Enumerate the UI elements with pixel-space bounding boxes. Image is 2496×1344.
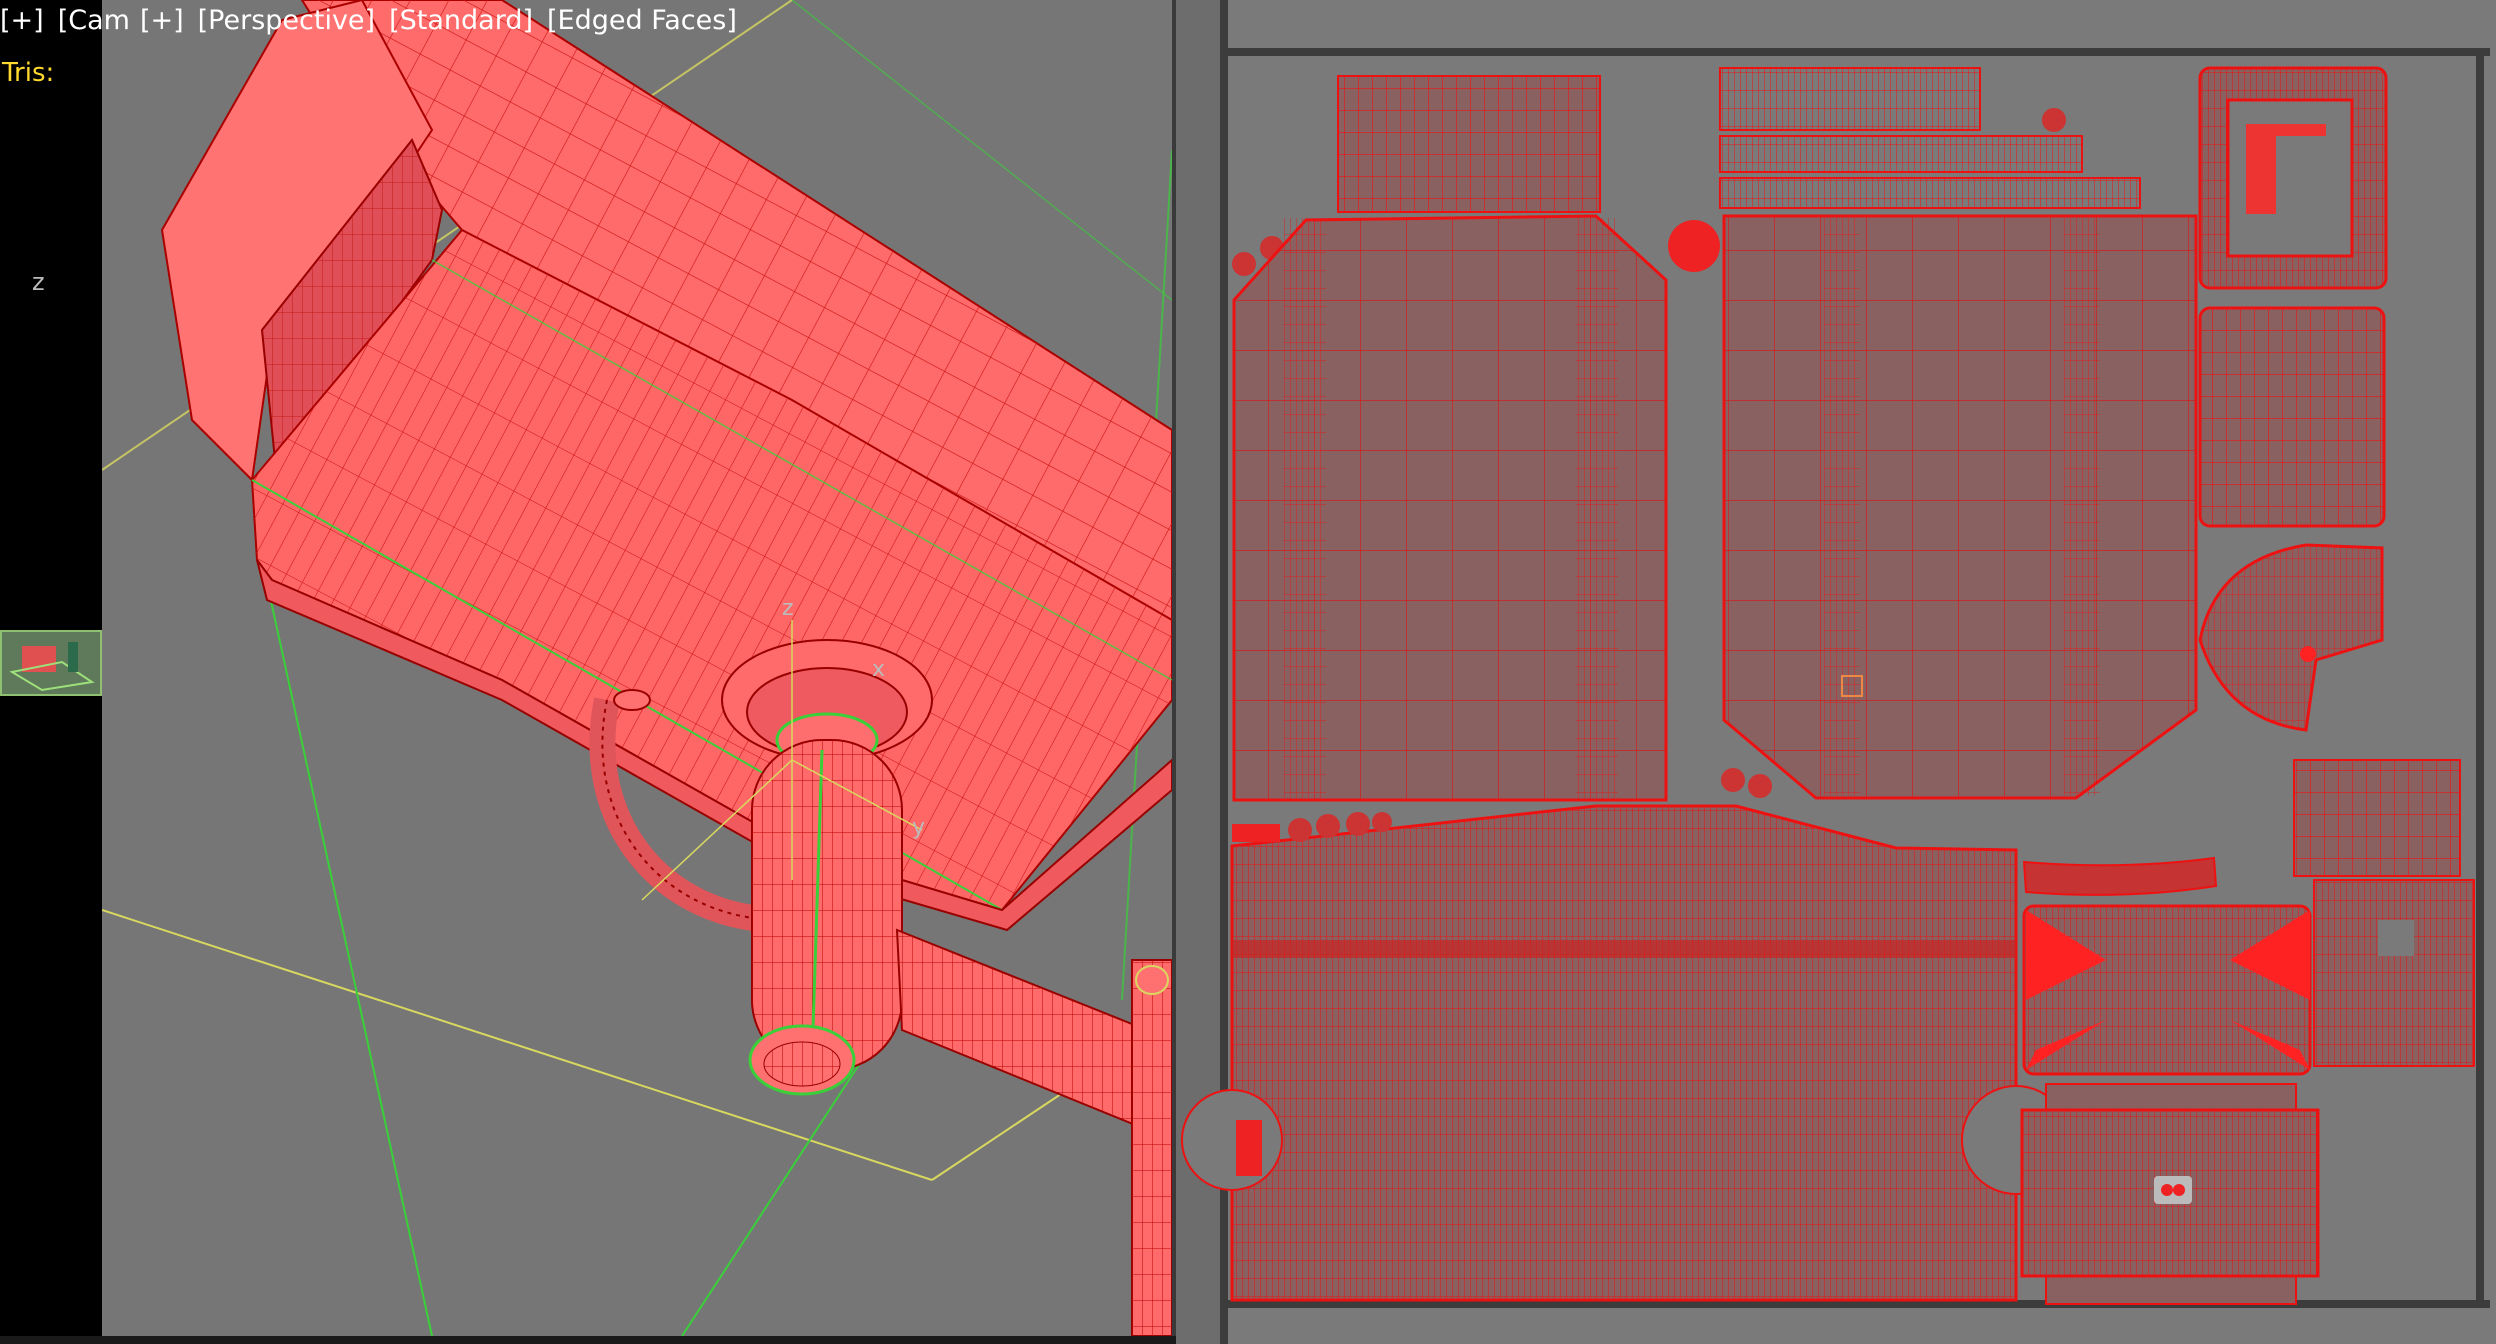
viewport-display-mode-label[interactable]: [Edged Faces]: [547, 5, 737, 36]
viewport-bottom-border: [0, 1336, 1176, 1344]
viewport-camera-label[interactable]: [Cam: [58, 5, 130, 36]
tris-stat-label: Tris:: [2, 58, 55, 88]
viewport-menu-plus-2[interactable]: [+]: [140, 5, 184, 36]
viewport-menu-plus[interactable]: [+]: [0, 5, 44, 36]
viewport-side-panel: Tris: z: [0, 0, 102, 1344]
gizmo-z-label: z: [782, 596, 794, 621]
gizmo-x-label: x: [872, 657, 885, 682]
uv-layout: [1176, 0, 2490, 1344]
axis-z-label: z: [32, 268, 45, 296]
perspective-viewport[interactable]: z x y: [102, 0, 1176, 1336]
viewport-shading-label[interactable]: [Standard]: [389, 5, 533, 36]
camera-mesh-wireframe: z x y: [102, 0, 1172, 1336]
uv-editor-panel[interactable]: [1176, 0, 2496, 1344]
viewport-label-bar: [+] [Cam [+] [Perspective] [Standard] [E…: [0, 0, 751, 40]
navigation-thumbnail-icon[interactable]: [0, 630, 102, 696]
gizmo-y-label: y: [912, 815, 925, 840]
viewport-view-label[interactable]: [Perspective]: [198, 5, 375, 36]
